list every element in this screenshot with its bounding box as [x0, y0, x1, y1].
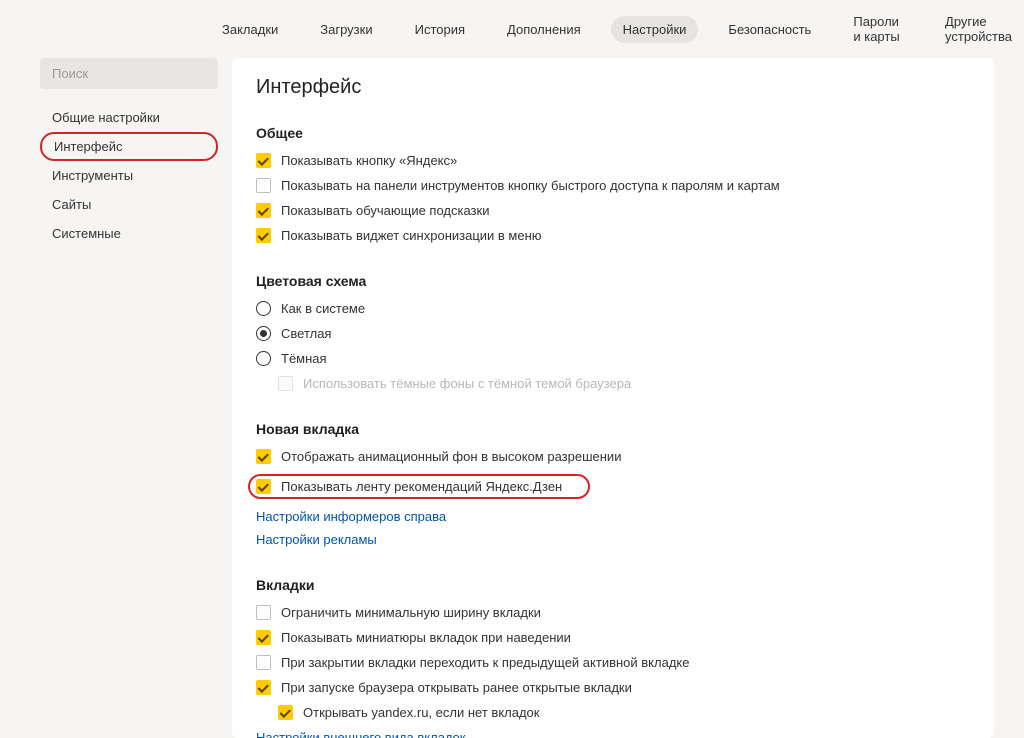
checkbox-passwords-button[interactable]	[256, 178, 271, 193]
label-tips: Показывать обучающие подсказки	[281, 203, 489, 218]
tab-addons[interactable]: Дополнения	[495, 16, 593, 43]
checkbox-thumbnails[interactable]	[256, 630, 271, 645]
label-passwords-button: Показывать на панели инструментов кнопку…	[281, 178, 780, 193]
sidebar: Поиск Общие настройки Интерфейс Инструме…	[40, 58, 218, 738]
tab-security[interactable]: Безопасность	[716, 16, 823, 43]
highlight-zen: Показывать ленту рекомендаций Яндекс.Дзе…	[248, 474, 590, 499]
label-prev-tab: При закрытии вкладки переходить к предыд…	[281, 655, 689, 670]
label-animated-bg: Отображать анимационный фон в высоком ра…	[281, 449, 621, 464]
radio-light[interactable]	[256, 326, 271, 341]
sidebar-item-sites[interactable]: Сайты	[40, 190, 218, 219]
search-input[interactable]: Поиск	[40, 58, 218, 89]
label-restore-tabs: При запуске браузера открывать ранее отк…	[281, 680, 632, 695]
settings-content: Интерфейс Общее Показывать кнопку «Яндек…	[232, 58, 994, 738]
checkbox-tips[interactable]	[256, 203, 271, 218]
checkbox-restore-tabs[interactable]	[256, 680, 271, 695]
checkbox-zen[interactable]	[256, 479, 271, 494]
label-sync-widget: Показывать виджет синхронизации в меню	[281, 228, 542, 243]
tab-settings[interactable]: Настройки	[611, 16, 699, 43]
link-tabs-appearance[interactable]: Настройки внешнего вида вкладок	[256, 730, 970, 738]
label-min-width: Ограничить минимальную ширину вкладки	[281, 605, 541, 620]
label-dark: Тёмная	[281, 351, 327, 366]
label-thumbnails: Показывать миниатюры вкладок при наведен…	[281, 630, 571, 645]
checkbox-yandex-button[interactable]	[256, 153, 271, 168]
sidebar-item-general[interactable]: Общие настройки	[40, 103, 218, 132]
checkbox-dark-bg	[278, 376, 293, 391]
tab-passwords[interactable]: Пароли и карты	[841, 8, 915, 50]
section-general-title: Общее	[256, 125, 970, 141]
section-tabs-title: Вкладки	[256, 577, 970, 593]
tab-history[interactable]: История	[403, 16, 477, 43]
sidebar-item-system[interactable]: Системные	[40, 219, 218, 248]
label-zen: Показывать ленту рекомендаций Яндекс.Дзе…	[281, 479, 562, 494]
sidebar-item-interface[interactable]: Интерфейс	[40, 132, 218, 161]
radio-system[interactable]	[256, 301, 271, 316]
label-yandex-button: Показывать кнопку «Яндекс»	[281, 153, 457, 168]
sidebar-item-tools[interactable]: Инструменты	[40, 161, 218, 190]
label-system: Как в системе	[281, 301, 365, 316]
radio-dark[interactable]	[256, 351, 271, 366]
label-dark-bg: Использовать тёмные фоны с тёмной темой …	[303, 376, 631, 391]
tab-downloads[interactable]: Загрузки	[308, 16, 384, 43]
link-informers[interactable]: Настройки информеров справа	[256, 509, 970, 524]
section-color-title: Цветовая схема	[256, 273, 970, 289]
checkbox-open-yandex[interactable]	[278, 705, 293, 720]
checkbox-sync-widget[interactable]	[256, 228, 271, 243]
checkbox-animated-bg[interactable]	[256, 449, 271, 464]
page-title: Интерфейс	[256, 76, 970, 99]
tab-bookmarks[interactable]: Закладки	[210, 16, 290, 43]
checkbox-min-width[interactable]	[256, 605, 271, 620]
link-ads[interactable]: Настройки рекламы	[256, 532, 970, 547]
checkbox-prev-tab[interactable]	[256, 655, 271, 670]
label-light: Светлая	[281, 326, 331, 341]
label-open-yandex: Открывать yandex.ru, если нет вкладок	[303, 705, 539, 720]
section-newtab-title: Новая вкладка	[256, 421, 970, 437]
top-tabs: Закладки Загрузки История Дополнения Нас…	[0, 0, 1024, 58]
tab-devices[interactable]: Другие устройства	[933, 8, 1024, 50]
